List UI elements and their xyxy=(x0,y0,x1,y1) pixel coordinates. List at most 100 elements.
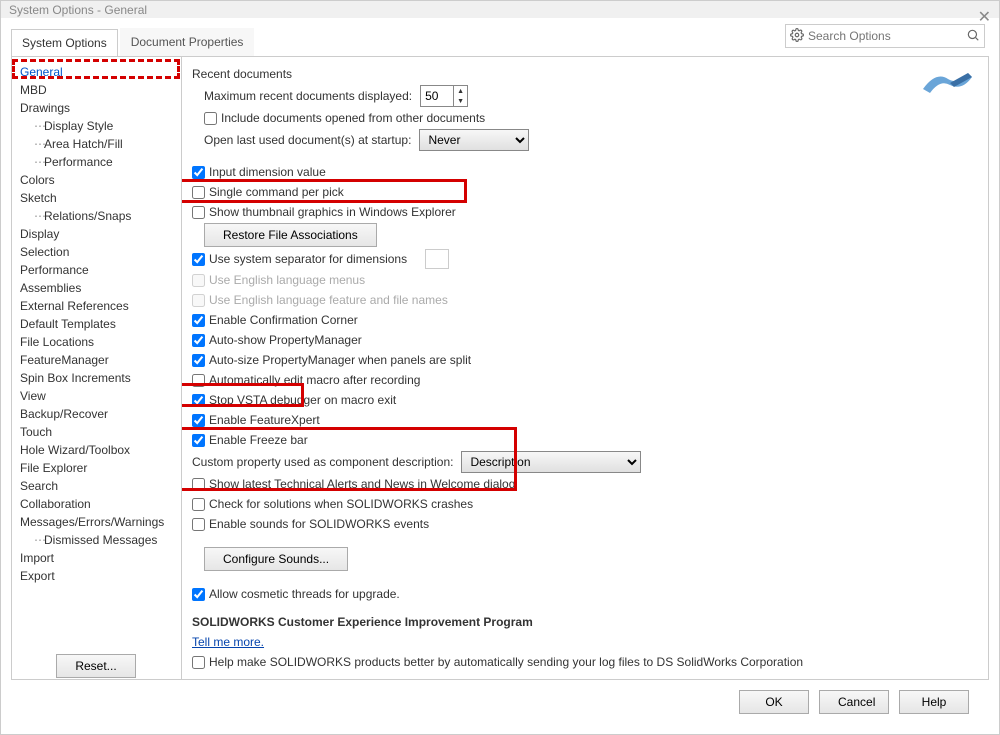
sidebar-item-touch[interactable]: Touch xyxy=(16,423,178,441)
include-other-docs-checkbox[interactable] xyxy=(204,112,217,125)
stop-vsta-checkbox[interactable] xyxy=(192,394,205,407)
auto-size-pm-label: Auto-size PropertyManager when panels ar… xyxy=(209,353,471,367)
sidebar-item-search[interactable]: Search xyxy=(16,477,178,495)
tree-icon: ⋯ xyxy=(34,119,42,133)
enable-freeze-label: Enable Freeze bar xyxy=(209,433,308,447)
sidebar-item-drawings[interactable]: Drawings xyxy=(16,99,178,117)
single-command-checkbox[interactable] xyxy=(192,186,205,199)
title-bar: System Options - General ✕ xyxy=(1,1,999,18)
dialog-window: System Options - General ✕ System Option… xyxy=(0,0,1000,735)
max-recent-spinbox[interactable]: ▲▼ xyxy=(420,85,468,107)
restore-file-assoc-button[interactable]: Restore File Associations xyxy=(204,223,377,247)
show-alerts-checkbox[interactable] xyxy=(192,478,205,491)
sidebar-item-view[interactable]: View xyxy=(16,387,178,405)
sidebar-item-file-explorer[interactable]: File Explorer xyxy=(16,459,178,477)
sidebar-item-collaboration[interactable]: Collaboration xyxy=(16,495,178,513)
sidebar: General MBD Drawings ⋯Display Style ⋯Are… xyxy=(12,57,182,679)
sidebar-item-mbd[interactable]: MBD xyxy=(16,81,178,99)
tree-icon: ⋯ xyxy=(34,137,42,151)
tree-icon: ⋯ xyxy=(34,209,42,223)
use-sys-sep-checkbox[interactable] xyxy=(192,253,205,266)
enable-featurexpert-checkbox[interactable] xyxy=(192,414,205,427)
max-recent-input[interactable] xyxy=(421,86,453,106)
enable-sounds-checkbox[interactable] xyxy=(192,518,205,531)
sidebar-item-hole-wizard[interactable]: Hole Wizard/Toolbox xyxy=(16,441,178,459)
open-last-select[interactable]: Never xyxy=(419,129,529,151)
spin-down-icon[interactable]: ▼ xyxy=(454,96,467,106)
reset-button[interactable]: Reset... xyxy=(56,654,135,678)
check-solutions-checkbox[interactable] xyxy=(192,498,205,511)
sidebar-item-colors[interactable]: Colors xyxy=(16,171,178,189)
sidebar-item-display-style[interactable]: ⋯Display Style xyxy=(16,117,178,135)
custom-prop-select[interactable]: Description xyxy=(461,451,641,473)
search-box[interactable] xyxy=(785,24,985,48)
allow-cosmetic-checkbox[interactable] xyxy=(192,588,205,601)
auto-show-pm-checkbox[interactable] xyxy=(192,334,205,347)
sidebar-item-export[interactable]: Export xyxy=(16,567,178,585)
sidebar-item-file-locations[interactable]: File Locations xyxy=(16,333,178,351)
sidebar-item-default-templates[interactable]: Default Templates xyxy=(16,315,178,333)
use-sys-sep-label: Use system separator for dimensions xyxy=(209,252,407,266)
sidebar-item-relations[interactable]: ⋯Relations/Snaps xyxy=(16,207,178,225)
check-solutions-label: Check for solutions when SOLIDWORKS cras… xyxy=(209,497,473,511)
tab-row: System Options Document Properties xyxy=(11,22,989,56)
use-eng-menus-label: Use English language menus xyxy=(209,273,365,287)
include-other-docs-label: Include documents opened from other docu… xyxy=(221,111,485,125)
search-input[interactable] xyxy=(808,29,966,43)
tree-icon: ⋯ xyxy=(34,533,42,547)
search-icon[interactable] xyxy=(966,28,980,45)
enable-sounds-label: Enable sounds for SOLIDWORKS events xyxy=(209,517,429,531)
sidebar-item-messages[interactable]: Messages/Errors/Warnings xyxy=(16,513,178,531)
window-title: System Options - General xyxy=(9,3,147,17)
custom-prop-label: Custom property used as component descri… xyxy=(192,455,453,469)
help-make-label: Help make SOLIDWORKS products better by … xyxy=(209,655,803,669)
sidebar-item-selection[interactable]: Selection xyxy=(16,243,178,261)
recent-docs-header: Recent documents xyxy=(192,65,978,83)
enable-confirmation-label: Enable Confirmation Corner xyxy=(209,313,358,327)
sidebar-item-import[interactable]: Import xyxy=(16,549,178,567)
use-eng-files-checkbox xyxy=(192,294,205,307)
show-thumbnail-checkbox[interactable] xyxy=(192,206,205,219)
auto-size-pm-checkbox[interactable] xyxy=(192,354,205,367)
logo-icon xyxy=(918,61,974,104)
sidebar-item-area-hatch[interactable]: ⋯Area Hatch/Fill xyxy=(16,135,178,153)
sidebar-item-backup[interactable]: Backup/Recover xyxy=(16,405,178,423)
help-button[interactable]: Help xyxy=(899,690,969,714)
sidebar-item-general[interactable]: General xyxy=(16,63,178,81)
sidebar-item-performance[interactable]: Performance xyxy=(16,261,178,279)
sidebar-item-assemblies[interactable]: Assemblies xyxy=(16,279,178,297)
sidebar-item-spinbox-inc[interactable]: Spin Box Increments xyxy=(16,369,178,387)
tree-icon: ⋯ xyxy=(34,155,42,169)
tabs: System Options Document Properties xyxy=(11,22,256,56)
sidebar-item-dismissed[interactable]: ⋯Dismissed Messages xyxy=(16,531,178,549)
open-last-label: Open last used document(s) at startup: xyxy=(204,133,411,147)
sidebar-item-ext-refs[interactable]: External References xyxy=(16,297,178,315)
content-wrap: System Options Document Properties Gener… xyxy=(1,18,999,734)
options-panel: Recent documents Maximum recent document… xyxy=(182,57,988,679)
separator-preview xyxy=(425,249,449,269)
auto-edit-macro-checkbox[interactable] xyxy=(192,374,205,387)
main-area: General MBD Drawings ⋯Display Style ⋯Are… xyxy=(11,56,989,680)
tell-me-more-link[interactable]: Tell me more. xyxy=(192,635,264,649)
input-dimension-checkbox[interactable] xyxy=(192,166,205,179)
sidebar-item-display[interactable]: Display xyxy=(16,225,178,243)
sidebar-bottom: Reset... xyxy=(11,646,181,686)
spin-up-icon[interactable]: ▲ xyxy=(454,86,467,96)
enable-freeze-checkbox[interactable] xyxy=(192,434,205,447)
sidebar-item-feature-manager[interactable]: FeatureManager xyxy=(16,351,178,369)
single-command-label: Single command per pick xyxy=(209,185,344,199)
input-dimension-label: Input dimension value xyxy=(209,165,326,179)
show-thumbnail-label: Show thumbnail graphics in Windows Explo… xyxy=(209,205,456,219)
sidebar-item-sketch[interactable]: Sketch xyxy=(16,189,178,207)
tab-document-properties[interactable]: Document Properties xyxy=(120,28,255,56)
help-make-checkbox[interactable] xyxy=(192,656,205,669)
stop-vsta-label: Stop VSTA debugger on macro exit xyxy=(209,393,396,407)
ceip-header: SOLIDWORKS Customer Experience Improveme… xyxy=(192,613,978,631)
use-eng-files-label: Use English language feature and file na… xyxy=(209,293,448,307)
configure-sounds-button[interactable]: Configure Sounds... xyxy=(204,547,348,571)
sidebar-item-performance-draw[interactable]: ⋯Performance xyxy=(16,153,178,171)
cancel-button[interactable]: Cancel xyxy=(819,690,889,714)
ok-button[interactable]: OK xyxy=(739,690,809,714)
tab-system-options[interactable]: System Options xyxy=(11,29,118,56)
enable-confirmation-checkbox[interactable] xyxy=(192,314,205,327)
